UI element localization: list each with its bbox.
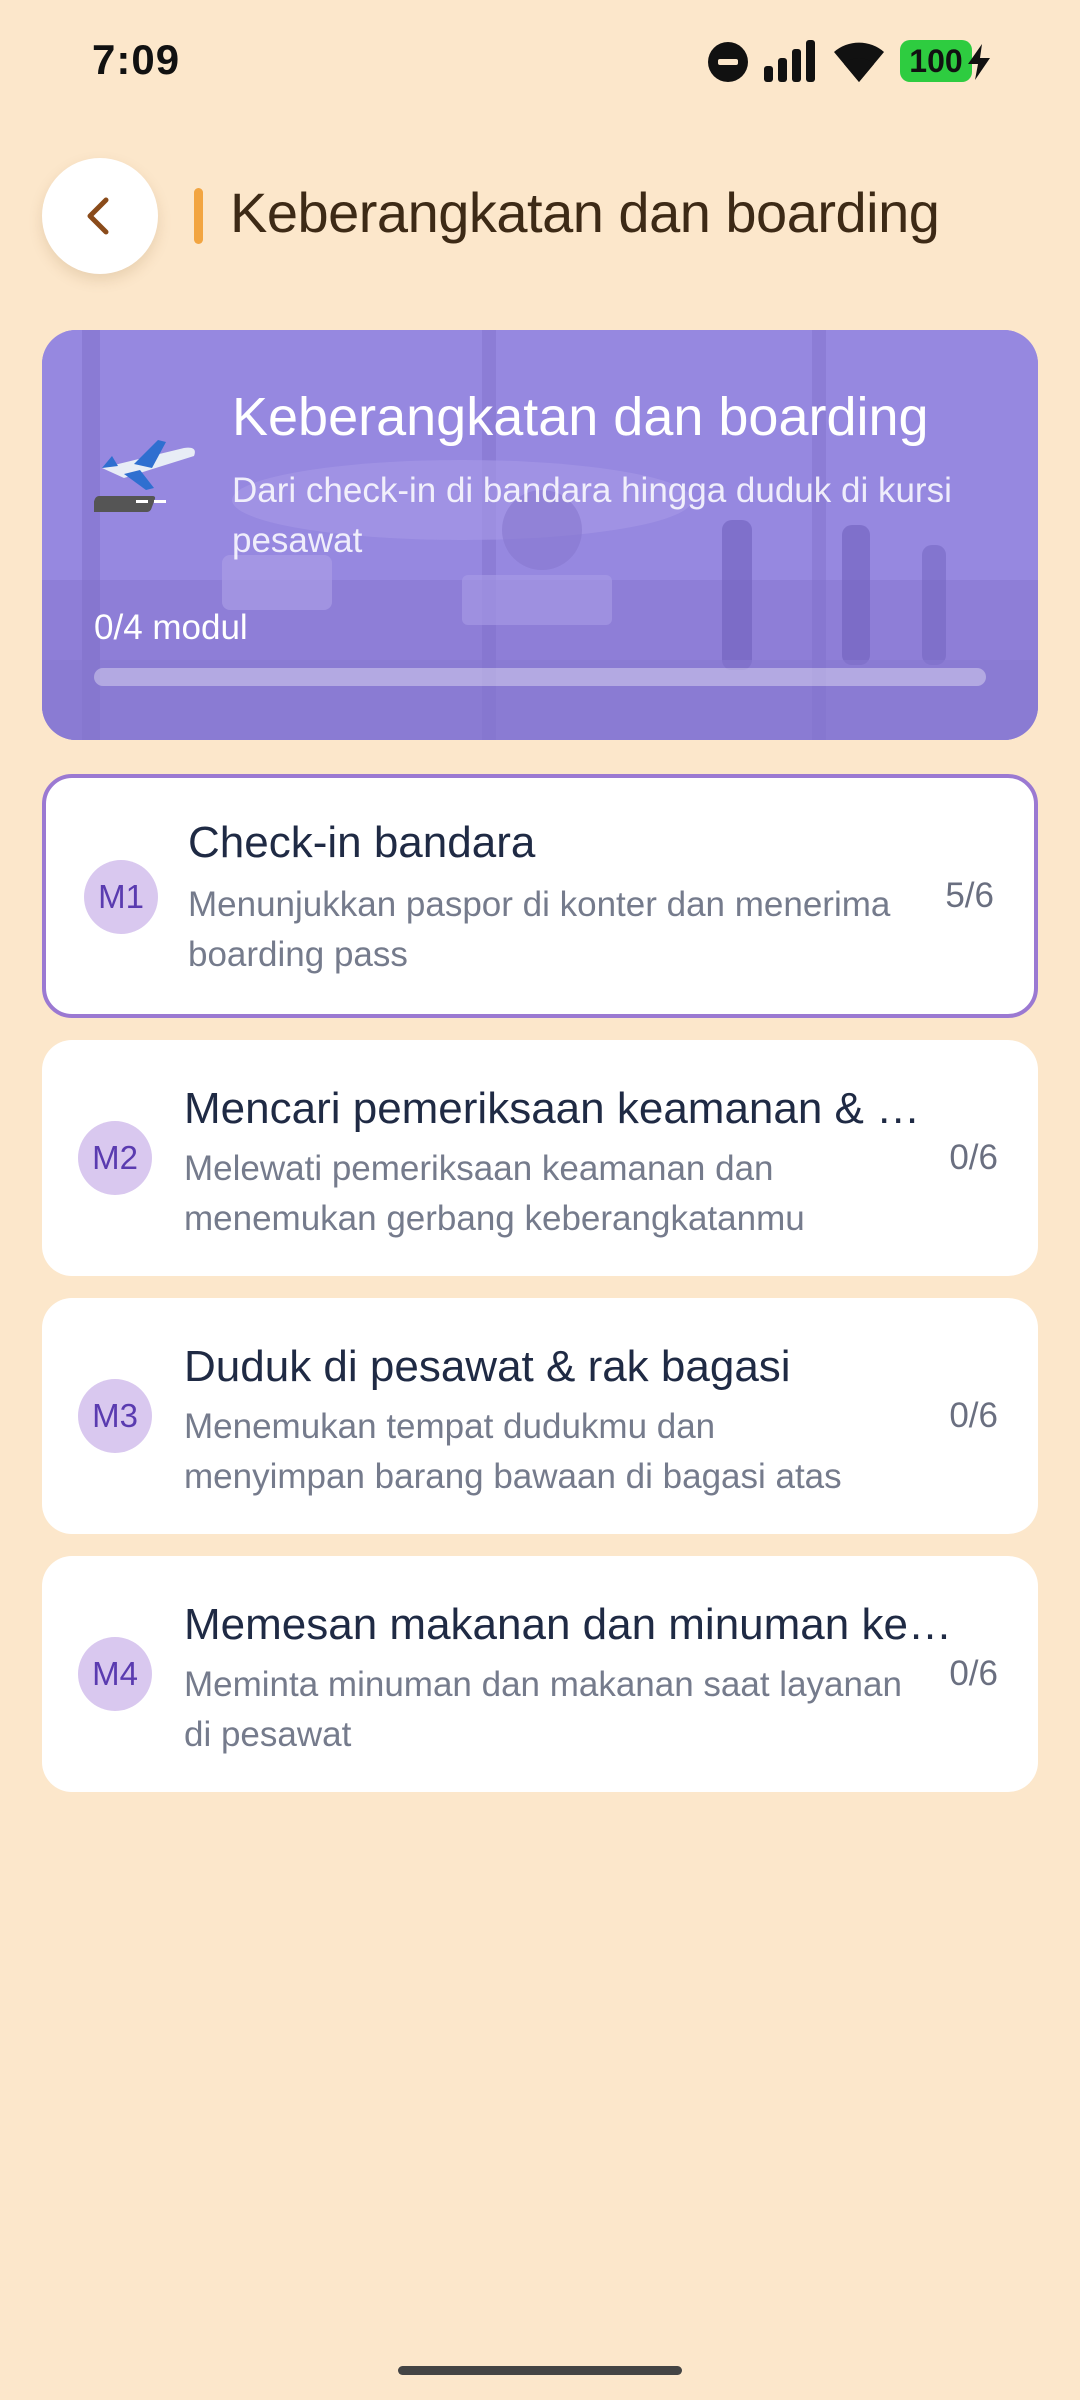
- module-description: Menunjukkan paspor di konter dan menerim…: [188, 885, 891, 974]
- module-list-screen: 7:09 100 Keberangkatan dan boarding Kebe…: [0, 0, 1080, 2400]
- module-progress: 5/6: [945, 876, 994, 915]
- home-indicator[interactable]: [398, 2366, 682, 2375]
- module-badge: M2: [78, 1121, 152, 1195]
- status-time: 7:09: [92, 36, 181, 83]
- module-description: Meminta minuman dan makanan saat layanan…: [184, 1665, 902, 1754]
- module-badge: M3: [78, 1379, 152, 1453]
- module-title: Mencari pemeriksaan keamanan & g…: [184, 1084, 944, 1133]
- module-card-m1[interactable]: M1 Check-in bandara Menunjukkan paspor d…: [42, 774, 1038, 1018]
- title-accent-bar: [194, 188, 203, 244]
- module-title: Memesan makanan dan minuman ke…: [184, 1600, 952, 1649]
- module-card-m3[interactable]: M3 Duduk di pesawat & rak bagasi Menemuk…: [42, 1298, 1038, 1534]
- charging-bolt-icon: [968, 44, 990, 80]
- hero-title: Keberangkatan dan boarding: [232, 387, 929, 447]
- module-description: Melewati pemeriksaan keamanan dan menemu…: [184, 1149, 805, 1238]
- module-title: Duduk di pesawat & rak bagasi: [184, 1342, 791, 1391]
- hero-progress-label: 0/4 modul: [94, 608, 248, 647]
- module-badge: M1: [84, 860, 158, 934]
- module-card-m2[interactable]: M2 Mencari pemeriksaan keamanan & g… Mel…: [42, 1040, 1038, 1276]
- module-title: Check-in bandara: [188, 818, 536, 867]
- module-badge: M4: [78, 1637, 152, 1711]
- signal-icon: [764, 40, 820, 82]
- page-title: Keberangkatan dan boarding: [230, 181, 940, 244]
- module-progress: 0/6: [949, 1654, 998, 1693]
- hero-card: Keberangkatan dan boarding Dari check-in…: [42, 330, 1038, 740]
- hero-progress-bar: [94, 668, 986, 686]
- module-description: Menemukan tempat dudukmu dan menyimpan b…: [184, 1407, 842, 1496]
- do-not-disturb-icon: [708, 42, 748, 82]
- chevron-left-icon: [87, 197, 109, 235]
- battery-icon: 100: [900, 40, 972, 82]
- module-progress: 0/6: [949, 1396, 998, 1435]
- status-bar: 7:09 100: [0, 0, 1080, 120]
- back-button[interactable]: [42, 158, 158, 274]
- wifi-icon: [834, 42, 884, 82]
- airplane-icon: [94, 440, 195, 512]
- hero-subtitle: Dari check-in di bandara hingga duduk di…: [232, 471, 952, 560]
- module-card-m4[interactable]: M4 Memesan makanan dan minuman ke… Memin…: [42, 1556, 1038, 1792]
- module-progress: 0/6: [949, 1138, 998, 1177]
